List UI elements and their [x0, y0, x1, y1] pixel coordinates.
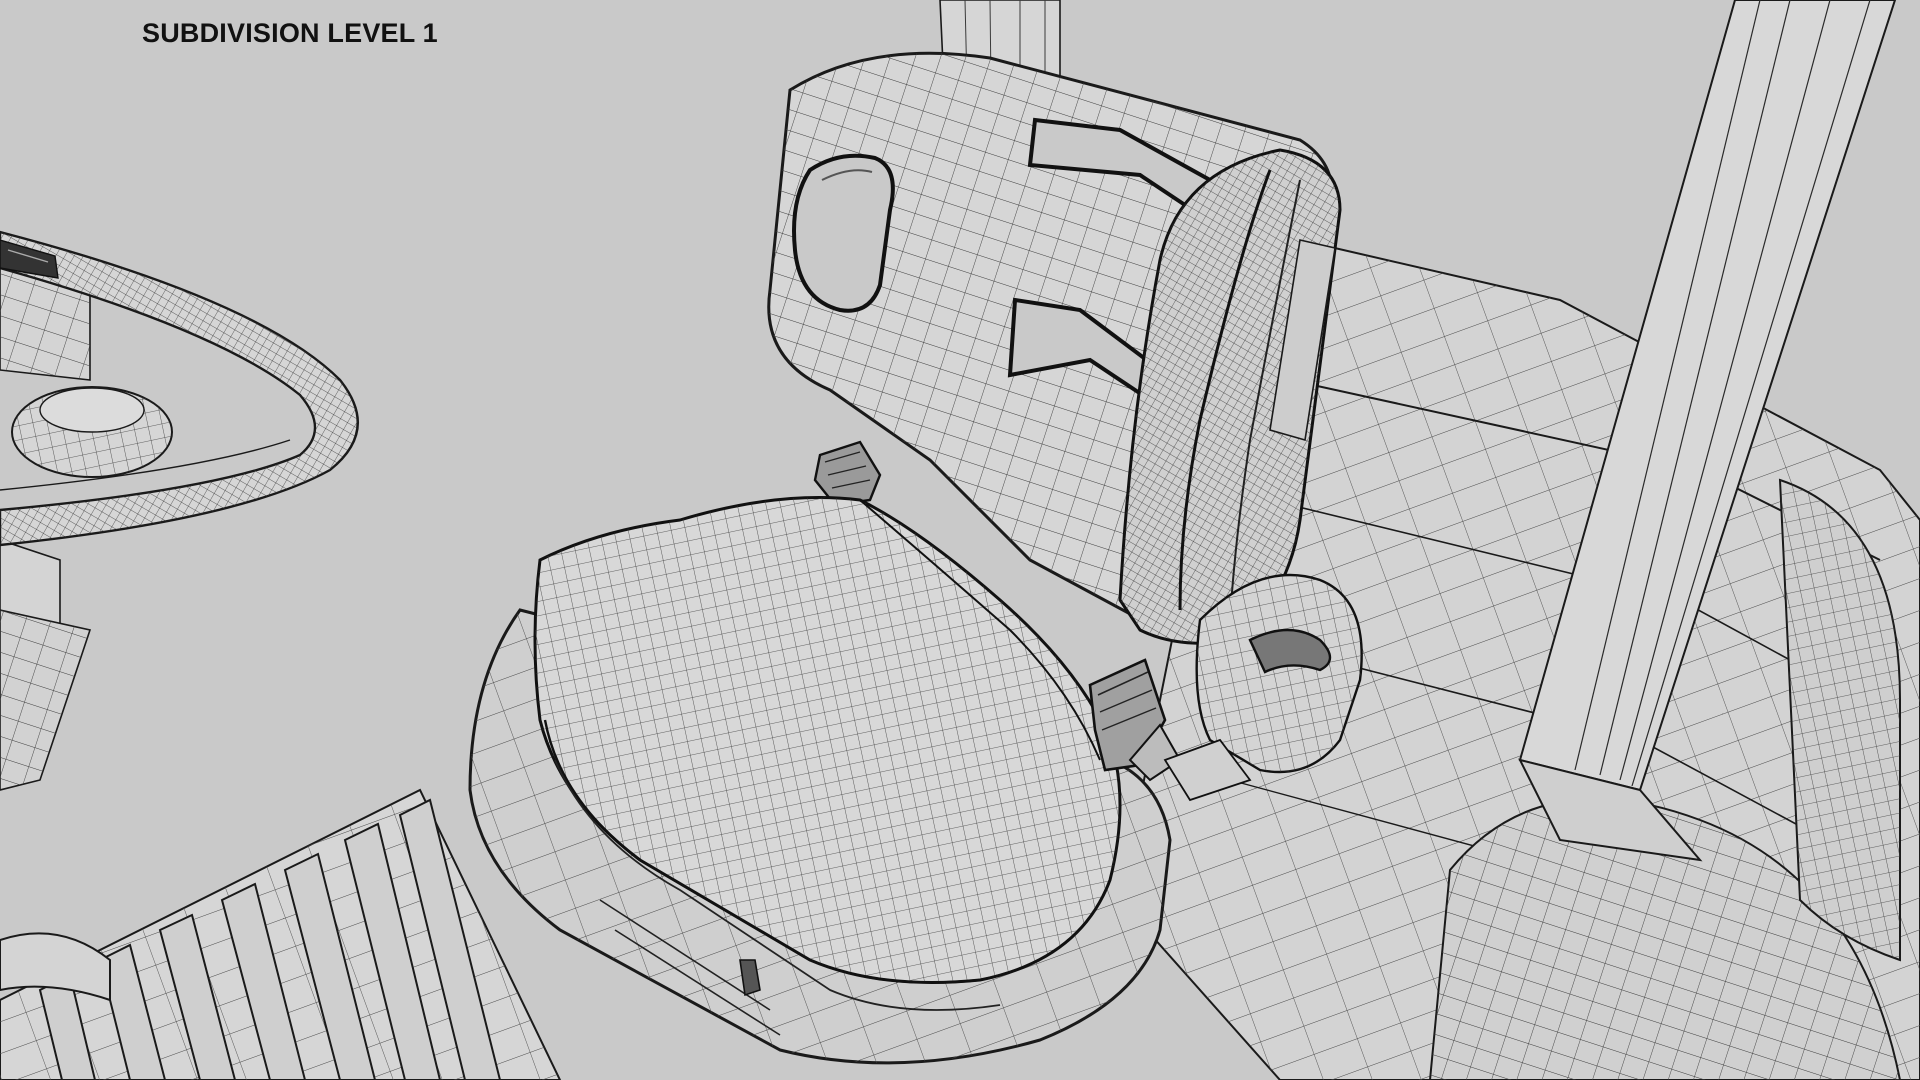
subdivision-level-label: SUBDIVISION LEVEL 1 [142, 18, 438, 48]
wireframe-render [0, 0, 1920, 1080]
steering-wheel [0, 230, 359, 547]
seat-cushion [468, 496, 1172, 1065]
belt-buckle-top [813, 440, 882, 507]
floor-plate [0, 788, 562, 1080]
viewport[interactable]: SUBDIVISION LEVEL 1 [0, 0, 1920, 1080]
